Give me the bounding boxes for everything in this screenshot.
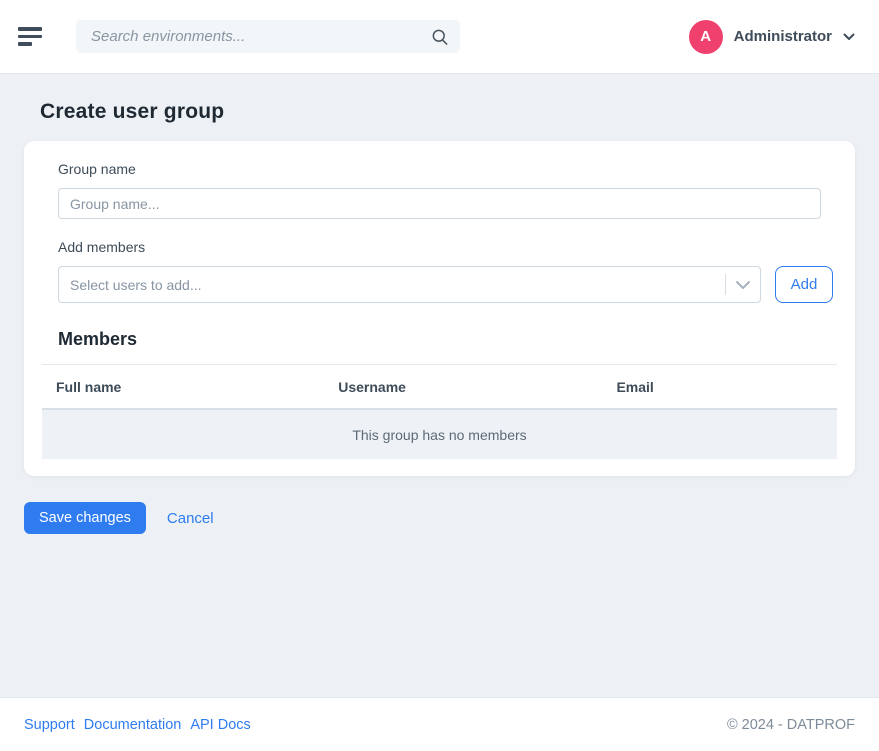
avatar: A (689, 20, 723, 54)
main-content: Create user group Group name Add members… (0, 73, 879, 697)
users-select[interactable]: Select users to add... (58, 266, 761, 303)
save-changes-button[interactable]: Save changes (24, 502, 146, 534)
members-table-header-row: Full name Username Email (42, 365, 837, 410)
footer-link-support[interactable]: Support (24, 717, 75, 733)
footer-link-documentation[interactable]: Documentation (84, 717, 182, 733)
search-icon[interactable] (430, 27, 450, 47)
members-title: Members (58, 329, 821, 350)
add-members-field: Add members Select users to add... Add (58, 239, 821, 303)
group-name-field: Group name (58, 161, 821, 219)
menu-icon[interactable] (18, 27, 42, 46)
add-members-label: Add members (58, 239, 821, 255)
group-name-input[interactable] (58, 188, 821, 219)
column-header-email: Email (602, 365, 837, 410)
chevron-down-icon (843, 33, 855, 41)
copyright: © 2024 - DATPROF (727, 717, 855, 733)
page-title: Create user group (40, 100, 855, 124)
column-header-full-name: Full name (42, 365, 324, 410)
cancel-link[interactable]: Cancel (167, 510, 214, 527)
column-header-username: Username (324, 365, 602, 410)
top-bar: A Administrator (0, 0, 879, 73)
members-table: Full name Username Email This group has … (42, 364, 837, 459)
users-select-placeholder: Select users to add... (70, 277, 725, 293)
empty-state-row: This group has no members (42, 409, 837, 459)
group-name-label: Group name (58, 161, 821, 177)
footer-nav: Support Documentation API Docs (24, 717, 251, 733)
search-box[interactable] (76, 20, 460, 53)
create-group-card: Group name Add members Select users to a… (24, 141, 855, 476)
footer-link-api-docs[interactable]: API Docs (190, 717, 250, 733)
user-menu[interactable]: A Administrator (689, 20, 855, 54)
add-button[interactable]: Add (775, 266, 833, 303)
form-actions: Save changes Cancel (24, 502, 855, 534)
select-chevron-down-icon[interactable] (735, 280, 751, 290)
user-name: Administrator (734, 28, 832, 45)
footer: Support Documentation API Docs © 2024 - … (0, 697, 879, 751)
search-input[interactable] (89, 27, 430, 46)
select-divider (725, 274, 726, 295)
empty-state-message: This group has no members (42, 409, 837, 459)
